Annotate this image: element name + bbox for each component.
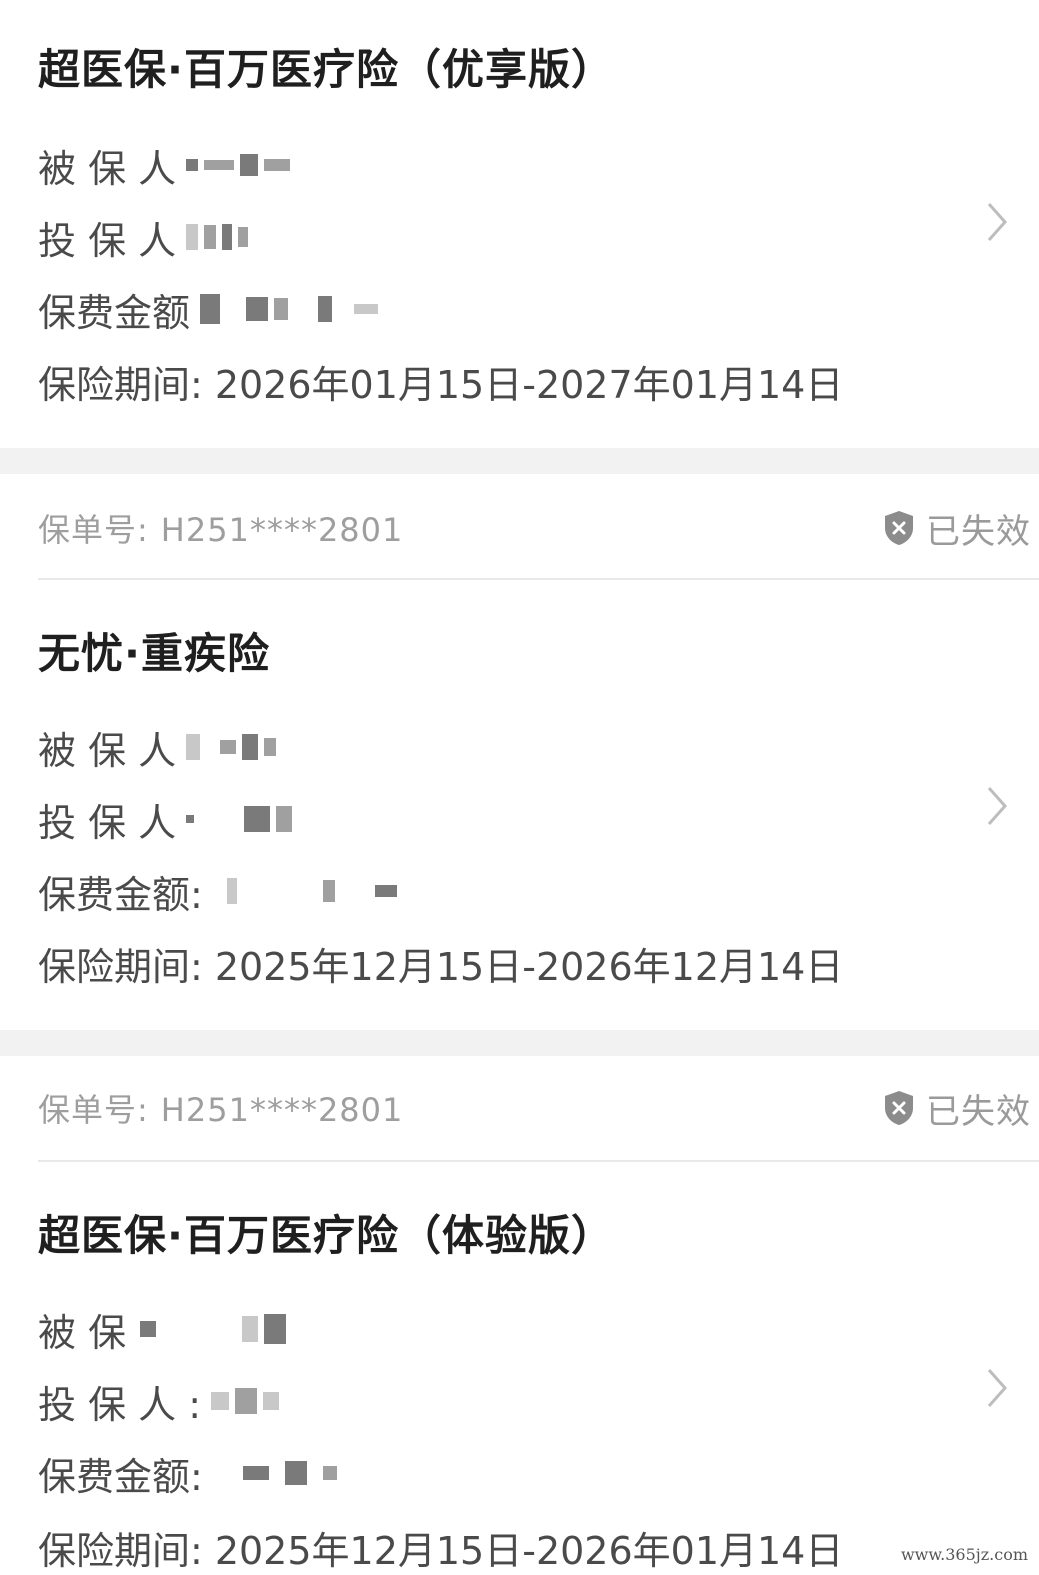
- period-row: 保险期间: 2025年12月15日-2026年12月14日: [38, 938, 844, 989]
- status-text: 已失效: [926, 511, 1031, 552]
- policy-header: 保单号: H251****2801 已失效: [38, 1078, 1031, 1138]
- shield-x-icon: [885, 1091, 913, 1125]
- insured-label: 被 保 人: [38, 728, 177, 773]
- chevron-right-icon[interactable]: [985, 784, 1009, 828]
- holder-row: 投 保 人: [38, 212, 249, 263]
- period-row: 保险期间: 2025年12月15日-2026年01月14日: [38, 1522, 844, 1573]
- watermark: www.365jz.com: [897, 1544, 1031, 1565]
- insured-label: 被 保 人: [38, 146, 177, 191]
- period-row: 保险期间: 2026年01月15日-2027年01月14日: [38, 356, 844, 407]
- status-badge: 已失效: [882, 504, 1031, 553]
- chevron-right-icon[interactable]: [985, 1366, 1009, 1410]
- card-gap: [0, 448, 1039, 474]
- holder-label: 投 保 人: [38, 800, 177, 845]
- premium-label: 保费金额: [38, 290, 191, 335]
- premium-row: 保费金额: [38, 284, 379, 335]
- chevron-right-icon[interactable]: [985, 200, 1009, 244]
- policy-title: 无忧·重疾险: [38, 629, 270, 678]
- shield-x-icon: [885, 511, 913, 545]
- holder-row: 投 保 人: [38, 794, 293, 845]
- premium-label: 保费金额:: [38, 1454, 203, 1499]
- premium-row: 保费金额:: [38, 1448, 337, 1499]
- policy-title: 超医保·百万医疗险（优享版）: [38, 45, 614, 94]
- holder-label: 投 保 人: [38, 218, 177, 263]
- masked-value: [186, 224, 249, 250]
- insured-row: 被 保 人: [38, 722, 277, 773]
- policy-number: 保单号: H251****2801: [38, 1091, 404, 1129]
- policy-card[interactable]: 保单号: H251****2801 已失效 无忧·重疾险 被 保 人 投 保 人 …: [0, 474, 1039, 1030]
- period-label: 保险期间:: [38, 1528, 203, 1573]
- masked-value: [200, 294, 379, 324]
- holder-label: 投 保 人 :: [38, 1382, 202, 1427]
- divider: [38, 578, 1039, 580]
- policy-title: 超医保·百万医疗险（体验版）: [38, 1211, 614, 1260]
- masked-value: [136, 1314, 287, 1344]
- insured-label: 被 保: [38, 1310, 127, 1355]
- masked-value: [186, 806, 293, 832]
- policy-card[interactable]: 超医保·百万医疗险（优享版） 被 保 人 投 保 人 保费金额 保险期间: 20…: [0, 0, 1039, 448]
- premium-label: 保费金额:: [38, 872, 203, 917]
- period-label: 保险期间:: [38, 944, 203, 989]
- holder-row: 投 保 人 :: [38, 1376, 280, 1427]
- period-value: 2026年01月15日-2027年01月14日: [214, 362, 844, 407]
- policy-card[interactable]: 保单号: H251****2801 已失效 超医保·百万医疗险（体验版） 被 保 …: [0, 1056, 1039, 1573]
- policy-number: 保单号: H251****2801: [38, 511, 404, 549]
- status-badge: 已失效: [882, 1084, 1031, 1133]
- period-value: 2025年12月15日-2026年01月14日: [214, 1528, 844, 1573]
- premium-row: 保费金额:: [38, 866, 397, 917]
- policy-header: 保单号: H251****2801 已失效: [38, 498, 1031, 558]
- masked-value: [213, 878, 397, 904]
- status-text: 已失效: [926, 1091, 1031, 1132]
- masked-value: [186, 154, 291, 176]
- insured-row: 被 保: [38, 1304, 287, 1355]
- card-gap: [0, 1030, 1039, 1056]
- masked-value: [186, 734, 277, 760]
- masked-value: [213, 1461, 337, 1485]
- period-label: 保险期间:: [38, 362, 203, 407]
- insured-row: 被 保 人: [38, 140, 291, 191]
- period-value: 2025年12月15日-2026年12月14日: [214, 944, 844, 989]
- masked-value: [211, 1388, 280, 1414]
- divider: [38, 1160, 1039, 1162]
